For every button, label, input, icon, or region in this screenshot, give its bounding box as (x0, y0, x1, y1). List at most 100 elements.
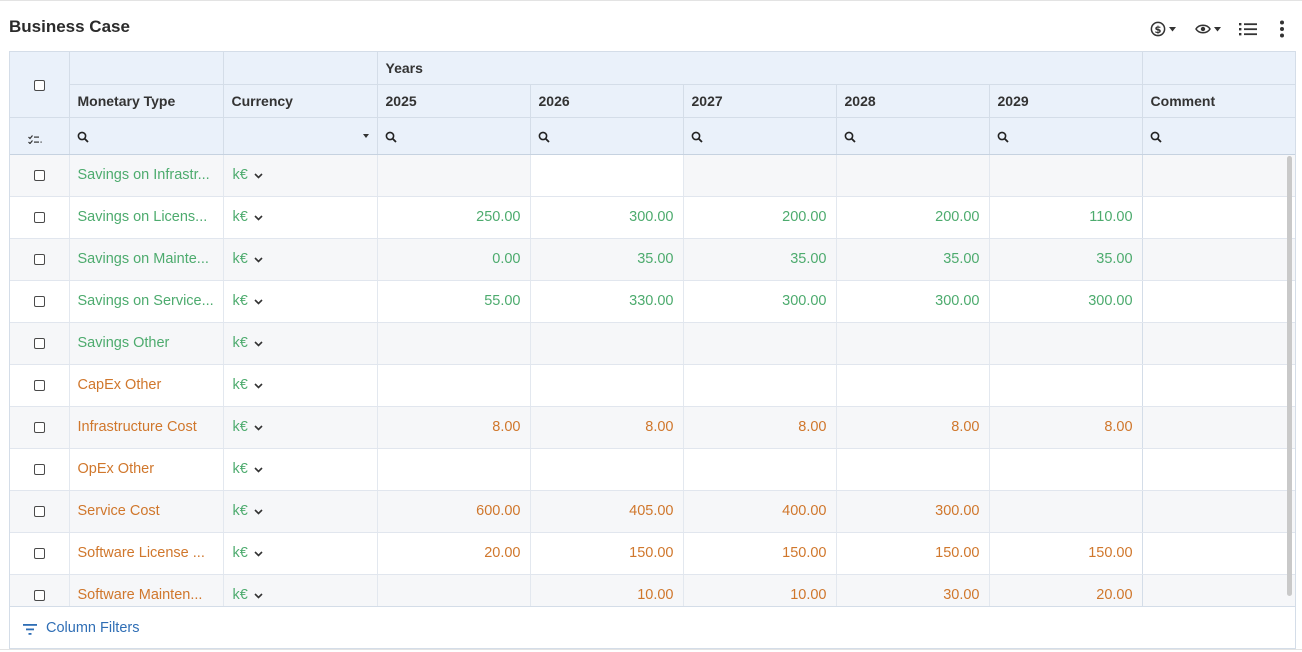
year-value-cell[interactable]: 300.00 (989, 280, 1143, 323)
year-value-cell[interactable]: 10.00 (530, 574, 684, 606)
currency-header[interactable]: Currency (223, 84, 378, 118)
view-menu-button[interactable] (1195, 18, 1221, 40)
row-checkbox[interactable] (33, 463, 45, 475)
comment-cell[interactable] (1142, 574, 1295, 606)
year-value-cell[interactable]: 300.00 (836, 280, 990, 323)
currency-select[interactable]: k€ (223, 196, 378, 239)
comment-filter[interactable] (1142, 117, 1295, 155)
comment-cell[interactable] (1142, 196, 1295, 239)
row-checkbox[interactable] (33, 253, 45, 265)
row-checkbox[interactable] (33, 169, 45, 181)
year-value-cell[interactable]: 55.00 (377, 280, 531, 323)
year-value-cell[interactable]: 300.00 (836, 490, 990, 533)
year-value-cell[interactable]: 200.00 (836, 196, 990, 239)
year-value-cell[interactable] (989, 490, 1143, 533)
monetary-type-cell[interactable]: CapEx Other (69, 364, 224, 407)
monetary-type-filter[interactable] (69, 117, 224, 155)
comment-cell[interactable] (1142, 154, 1295, 197)
monetary-type-cell[interactable]: Savings Other (69, 322, 224, 365)
row-checkbox[interactable] (33, 589, 45, 601)
year-value-cell[interactable] (989, 154, 1143, 197)
year-value-cell[interactable]: 8.00 (530, 406, 684, 449)
year-value-cell[interactable] (377, 364, 531, 407)
year-value-cell[interactable] (683, 154, 837, 197)
row-checkbox[interactable] (33, 421, 45, 433)
year-value-cell[interactable]: 35.00 (836, 238, 990, 281)
column-filters-button[interactable]: Column Filters (46, 620, 139, 636)
comment-cell[interactable] (1142, 532, 1295, 575)
monetary-type-cell[interactable]: Service Cost (69, 490, 224, 533)
year-value-cell[interactable]: 300.00 (683, 280, 837, 323)
row-checkbox[interactable] (33, 337, 45, 349)
year-value-cell[interactable]: 400.00 (683, 490, 837, 533)
comment-cell[interactable] (1142, 448, 1295, 491)
monetary-type-cell[interactable]: Software License ... (69, 532, 224, 575)
year-value-cell[interactable] (683, 322, 837, 365)
currency-select[interactable]: k€ (223, 364, 378, 407)
year-filter[interactable] (377, 117, 531, 155)
year-value-cell[interactable] (530, 322, 684, 365)
currency-filter[interactable] (223, 117, 378, 155)
more-options-button[interactable] (1279, 18, 1285, 40)
monetary-type-cell[interactable]: Savings on Service... (69, 280, 224, 323)
year-filter[interactable] (530, 117, 684, 155)
year-value-cell[interactable] (683, 364, 837, 407)
year-value-cell[interactable] (377, 448, 531, 491)
year-value-cell[interactable]: 150.00 (530, 532, 684, 575)
monetary-type-header[interactable]: Monetary Type (69, 84, 224, 118)
year-value-cell[interactable] (377, 322, 531, 365)
currency-select[interactable]: k€ (223, 406, 378, 449)
year-value-cell-editing[interactable] (530, 154, 684, 197)
currency-select[interactable]: k€ (223, 322, 378, 365)
year-value-cell[interactable] (836, 154, 990, 197)
comment-cell[interactable] (1142, 238, 1295, 281)
year-value-cell[interactable]: 600.00 (377, 490, 531, 533)
year-value-cell[interactable]: 150.00 (836, 532, 990, 575)
select-all-checkbox[interactable] (33, 80, 45, 92)
year-value-cell[interactable]: 110.00 (989, 196, 1143, 239)
year-value-cell[interactable]: 330.00 (530, 280, 684, 323)
monetary-type-cell[interactable]: OpEx Other (69, 448, 224, 491)
currency-select[interactable]: k€ (223, 238, 378, 281)
comment-cell[interactable] (1142, 406, 1295, 449)
year-value-cell[interactable]: 35.00 (989, 238, 1143, 281)
year-value-cell[interactable]: 35.00 (530, 238, 684, 281)
year-value-cell[interactable]: 150.00 (683, 532, 837, 575)
comment-cell[interactable] (1142, 490, 1295, 533)
year-value-cell[interactable]: 150.00 (989, 532, 1143, 575)
row-checkbox[interactable] (33, 547, 45, 559)
year-header[interactable]: 2026 (530, 84, 684, 118)
year-value-cell[interactable]: 20.00 (377, 532, 531, 575)
comment-header[interactable]: Comment (1142, 84, 1295, 118)
year-filter[interactable] (989, 117, 1143, 155)
year-value-cell[interactable] (989, 448, 1143, 491)
currency-select[interactable]: k€ (223, 154, 378, 197)
currency-select[interactable]: k€ (223, 448, 378, 491)
year-header[interactable]: 2029 (989, 84, 1143, 118)
row-checkbox[interactable] (33, 505, 45, 517)
currency-select[interactable]: k€ (223, 532, 378, 575)
year-value-cell[interactable]: 0.00 (377, 238, 531, 281)
row-selection-filter[interactable] (10, 117, 70, 155)
year-value-cell[interactable] (836, 322, 990, 365)
year-value-cell[interactable] (377, 154, 531, 197)
year-value-cell[interactable]: 8.00 (683, 406, 837, 449)
year-value-cell[interactable]: 200.00 (683, 196, 837, 239)
year-header[interactable]: 2027 (683, 84, 837, 118)
year-value-cell[interactable]: 250.00 (377, 196, 531, 239)
currency-menu-button[interactable]: $ (1150, 18, 1176, 40)
year-filter[interactable] (836, 117, 990, 155)
year-value-cell[interactable] (377, 574, 531, 606)
comment-cell[interactable] (1142, 280, 1295, 323)
monetary-type-cell[interactable]: Savings on Infrastr... (69, 154, 224, 197)
currency-select[interactable]: k€ (223, 574, 378, 606)
comment-cell[interactable] (1142, 364, 1295, 407)
year-value-cell[interactable]: 8.00 (836, 406, 990, 449)
year-value-cell[interactable] (836, 364, 990, 407)
currency-select[interactable]: k€ (223, 490, 378, 533)
year-value-cell[interactable] (836, 448, 990, 491)
list-view-button[interactable] (1239, 18, 1257, 40)
row-checkbox[interactable] (33, 295, 45, 307)
row-checkbox[interactable] (33, 379, 45, 391)
comment-cell[interactable] (1142, 322, 1295, 365)
